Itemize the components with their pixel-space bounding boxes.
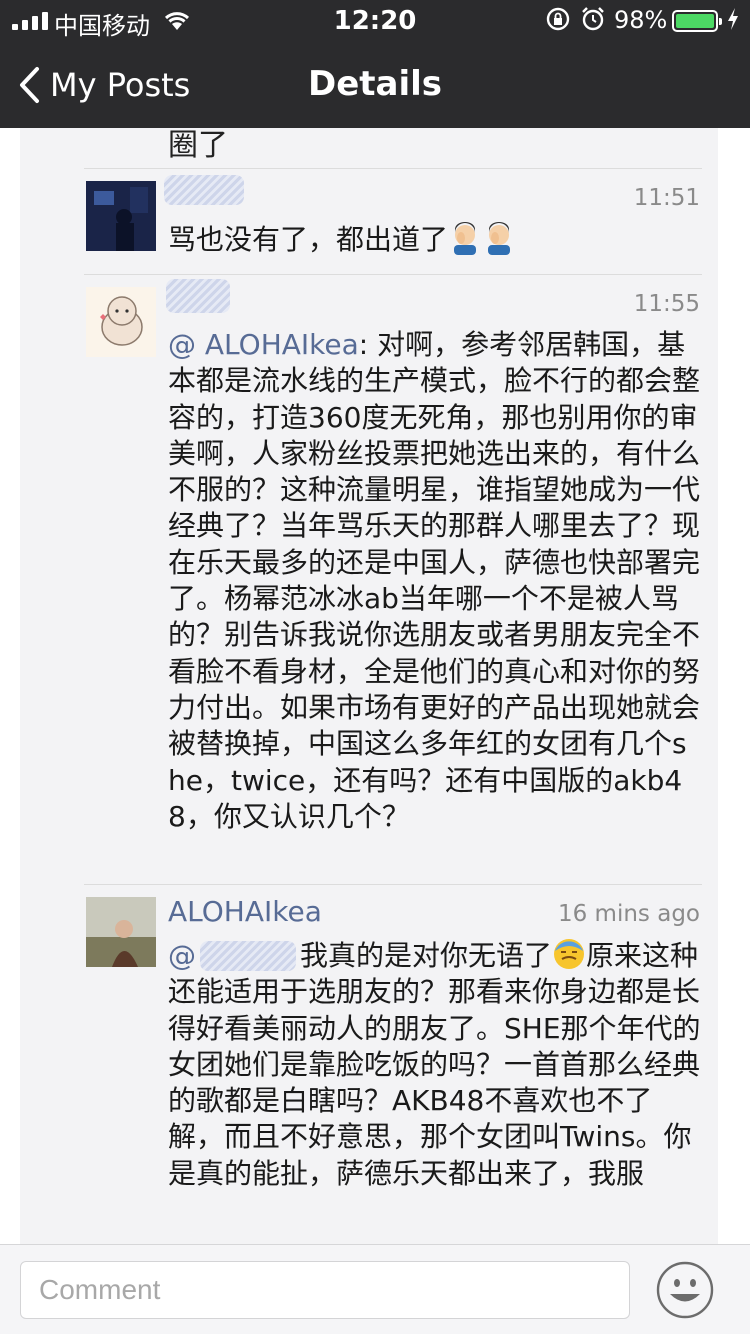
partial-comment-text: 圈了 [168,128,228,163]
avatar[interactable] [86,287,156,357]
comments-panel: 圈了 11:51 骂也没有了，都出道了 11:55 @ ALOHAIkea: 对… [20,128,718,1244]
battery-icon [672,10,722,32]
mention-link[interactable]: @ [168,939,196,972]
battery-percent: 98% [614,6,668,34]
smiley-icon[interactable] [656,1261,714,1319]
comment-username[interactable]: ALOHAIkea [168,895,322,928]
facepalm-emoji-icon [488,222,511,255]
comment-item: ALOHAIkea 16 mins ago @ 我真的是对你无语了 原来这种还能适用… [84,884,702,1244]
comment-item: 11:55 @ ALOHAIkea: 对啊，参考邻居韩国，基本都是流水线的生产模… [84,274,702,884]
comment-text: 骂也没有了，都出道了 [168,223,449,256]
charging-bolt-icon [728,8,738,30]
comment-time: 11:51 [633,185,700,211]
top-bar: 中国移动 12:20 98% My Posts Details [0,0,750,128]
alarm-icon [582,7,604,31]
comment-text: : 对啊，参考邻居韩国，基本都是流水线的生产模式，脸不行的都会整容的，打造360… [168,328,701,833]
sweat-emoji-icon [554,939,585,969]
rotation-lock-icon [546,7,570,31]
comment-text: 原来这种还能适用于选朋友的？那看来你身边都是长得好看美丽动人的朋友了。SHE那个… [168,939,701,1190]
comment-time: 16 mins ago [557,901,700,927]
comment-item: 11:51 骂也没有了，都出道了 [84,168,702,274]
comment-body: @ ALOHAIkea: 对啊，参考邻居韩国，基本都是流水线的生产模式，脸不行的… [168,327,702,835]
comment-input[interactable] [20,1261,630,1319]
mention-link[interactable]: @ ALOHAIkea [168,328,359,361]
blurred-username [200,941,296,971]
comment-bar [0,1244,750,1334]
facepalm-emoji-icon [454,222,477,255]
avatar[interactable] [86,897,156,967]
comment-body: 骂也没有了，都出道了 [168,221,702,258]
page-title: Details [307,64,443,104]
avatar[interactable] [86,181,156,251]
comment-time: 11:55 [633,291,700,317]
status-bar: 中国移动 12:20 98% [0,0,750,40]
blurred-username [164,175,244,205]
comment-body: @ 我真的是对你无语了 原来这种还能适用于选朋友的？那看来你身边都是长得好看美丽动人… [168,937,702,1192]
comment-text: 我真的是对你无语了 [300,939,553,972]
blurred-username [166,279,230,313]
